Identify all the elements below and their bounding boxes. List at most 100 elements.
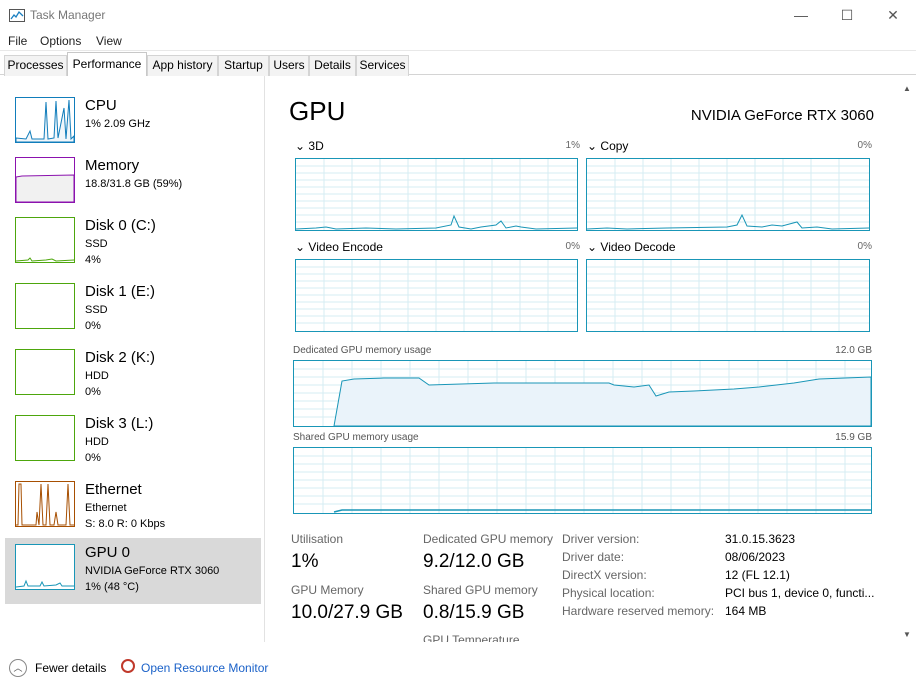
physical-location-value: PCI bus 1, device 0, functi...	[725, 586, 875, 600]
menu-view[interactable]: View	[96, 34, 122, 48]
engine-video-decode-label[interactable]: ⌄ Video Decode	[587, 240, 676, 254]
directx-version-label: DirectX version:	[562, 568, 647, 582]
resource-type: HDD	[85, 436, 109, 448]
open-resource-monitor-link[interactable]: Open Resource Monitor	[141, 661, 268, 675]
gpu-model-name: NVIDIA GeForce RTX 3060	[690, 107, 874, 124]
resource-disk-3[interactable]: Disk 3 (L:) HDD 0%	[5, 409, 261, 475]
menu-file[interactable]: File	[8, 34, 27, 48]
scroll-down-arrow-icon[interactable]: ▼	[903, 630, 911, 639]
ethernet-thumbnail-graph	[15, 481, 75, 527]
chevron-down-icon: ⌄	[295, 240, 306, 254]
dedicated-gpu-memory-value: 9.2/12.0 GB	[423, 551, 525, 572]
disk-2-thumbnail-graph	[15, 349, 75, 395]
resource-usage: 4%	[85, 254, 101, 266]
window-title: Task Manager	[30, 8, 106, 22]
tab-processes[interactable]: Processes	[4, 55, 67, 76]
utilisation-label: Utilisation	[291, 532, 344, 546]
engine-3d-graph	[295, 158, 578, 231]
resource-adapter: Ethernet	[85, 502, 127, 514]
page-title: GPU	[289, 96, 346, 126]
memory-thumbnail-graph	[15, 157, 75, 203]
resource-list: CPU 1% 2.09 GHz Memory 18.8/31.8 GB (59%…	[0, 76, 265, 642]
resource-name: Disk 2 (K:)	[85, 349, 156, 366]
resource-name: Disk 1 (E:)	[85, 283, 156, 300]
title-bar: Task Manager — ☐ ✕	[0, 0, 916, 31]
resource-name: Disk 0 (C:)	[85, 217, 156, 234]
driver-date-label: Driver date:	[562, 550, 625, 564]
minimize-button[interactable]: —	[778, 0, 824, 31]
chevron-down-icon: ⌄	[587, 240, 598, 254]
shared-gpu-memory-label: Shared GPU memory	[423, 583, 538, 597]
engine-video-encode-graph	[295, 259, 578, 332]
resource-type: SSD	[85, 304, 108, 316]
gpu-memory-label: GPU Memory	[291, 583, 364, 597]
footer: ︿ Fewer details Open Resource Monitor	[0, 648, 916, 693]
tab-users[interactable]: Users	[269, 55, 309, 76]
hardware-reserved-memory-value: 164 MB	[725, 604, 767, 618]
engine-3d-pct: 1%	[565, 140, 580, 151]
shared-memory-graph-label: Shared GPU memory usage	[293, 432, 419, 443]
engine-3d-label[interactable]: ⌄ 3D	[295, 139, 324, 153]
engine-copy-graph	[586, 158, 870, 231]
cpu-thumbnail-graph	[15, 97, 75, 143]
vertical-scrollbar[interactable]	[900, 76, 916, 642]
resource-name: Memory	[85, 157, 140, 174]
resource-usage: 1% (48 °C)	[85, 581, 139, 593]
shared-gpu-memory-value: 0.8/15.9 GB	[423, 602, 525, 623]
fewer-details-button[interactable]: Fewer details	[35, 661, 106, 675]
resource-disk-2[interactable]: Disk 2 (K:) HDD 0%	[5, 343, 261, 409]
chevron-down-icon: ⌄	[587, 139, 598, 153]
resource-name: Ethernet	[85, 481, 142, 498]
tab-app-history[interactable]: App history	[147, 55, 218, 76]
scroll-up-arrow-icon[interactable]: ▲	[903, 84, 911, 93]
hardware-reserved-memory-label: Hardware reserved memory:	[562, 604, 715, 618]
resource-model: NVIDIA GeForce RTX 3060	[85, 565, 220, 577]
resource-disk-1[interactable]: Disk 1 (E:) SSD 0%	[5, 277, 261, 343]
engine-copy-label[interactable]: ⌄ Copy	[587, 139, 628, 153]
resource-throughput: S: 8.0 R: 0 Kbps	[85, 518, 166, 530]
maximize-button[interactable]: ☐	[824, 0, 870, 31]
resource-name: Disk 3 (L:)	[85, 415, 154, 432]
disk-1-thumbnail-graph	[15, 283, 75, 329]
engine-video-encode-pct: 0%	[565, 241, 580, 252]
gpu-temperature-label: GPU Temperature	[423, 633, 520, 642]
resource-type: HDD	[85, 370, 109, 382]
tab-startup[interactable]: Startup	[218, 55, 269, 76]
driver-version-label: Driver version:	[562, 532, 640, 546]
tab-services[interactable]: Services	[356, 55, 409, 76]
shared-memory-max: 15.9 GB	[835, 432, 872, 443]
resource-disk-0[interactable]: Disk 0 (C:) SSD 4%	[5, 211, 261, 277]
gpu-0-thumbnail-graph	[15, 544, 75, 590]
engine-copy-pct: 0%	[857, 140, 872, 151]
resource-usage: 0%	[85, 386, 101, 398]
chevron-up-icon[interactable]: ︿	[9, 659, 27, 677]
resource-name: GPU 0	[85, 544, 131, 561]
resource-gpu-0[interactable]: GPU 0 NVIDIA GeForce RTX 3060 1% (48 °C)	[5, 538, 261, 604]
tab-details[interactable]: Details	[309, 55, 356, 76]
resource-ethernet[interactable]: Ethernet Ethernet S: 8.0 R: 0 Kbps	[5, 475, 261, 541]
resource-memory[interactable]: Memory 18.8/31.8 GB (59%)	[5, 151, 261, 217]
dedicated-memory-max: 12.0 GB	[835, 345, 872, 356]
directx-version-value: 12 (FL 12.1)	[725, 568, 790, 582]
close-button[interactable]: ✕	[870, 0, 916, 31]
engine-video-encode-label[interactable]: ⌄ Video Encode	[295, 240, 383, 254]
resource-type: SSD	[85, 238, 108, 250]
resource-detail: 18.8/31.8 GB (59%)	[85, 178, 183, 190]
dedicated-memory-graph	[293, 360, 872, 427]
tab-performance[interactable]: Performance	[67, 52, 147, 76]
engine-video-decode-pct: 0%	[857, 241, 872, 252]
task-manager-icon	[9, 9, 25, 22]
driver-date-value: 08/06/2023	[725, 550, 786, 564]
physical-location-label: Physical location:	[562, 586, 655, 600]
resource-usage: 0%	[85, 452, 101, 464]
menu-options[interactable]: Options	[40, 34, 81, 48]
disk-0-thumbnail-graph	[15, 217, 75, 263]
utilisation-value: 1%	[291, 551, 319, 572]
driver-version-value: 31.0.15.3623	[725, 532, 796, 546]
disk-3-thumbnail-graph	[15, 415, 75, 461]
resource-cpu[interactable]: CPU 1% 2.09 GHz	[5, 91, 261, 157]
chevron-down-icon: ⌄	[295, 139, 306, 153]
dedicated-memory-graph-label: Dedicated GPU memory usage	[293, 345, 432, 356]
resource-monitor-icon	[121, 659, 135, 673]
resource-detail: 1% 2.09 GHz	[85, 118, 151, 130]
